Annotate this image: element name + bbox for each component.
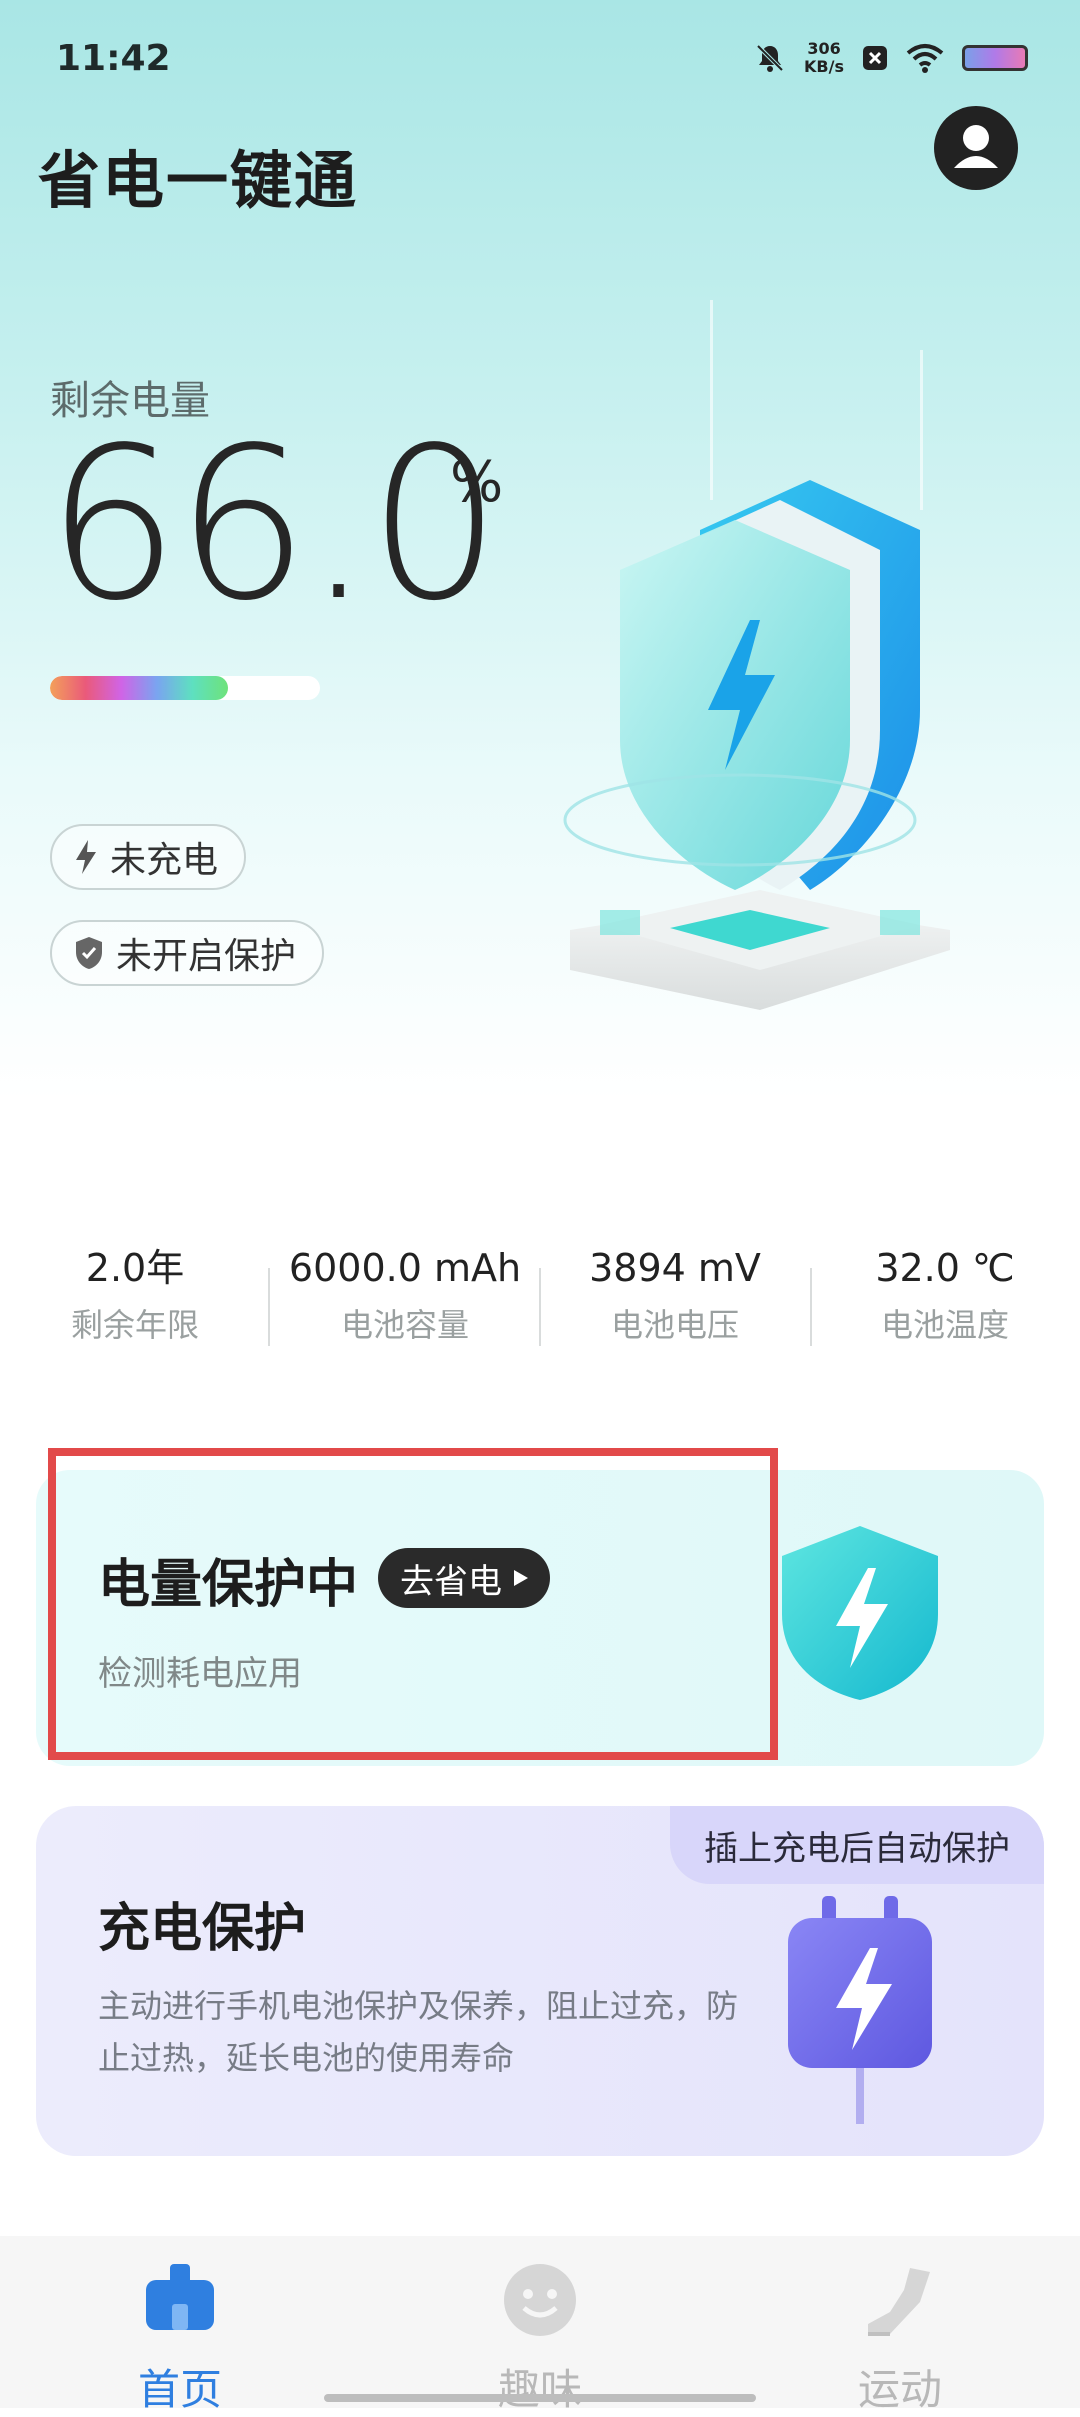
power-protection-title: 电量保护中 bbox=[98, 1555, 359, 1615]
tab-fun[interactable]: 趣味 bbox=[390, 2236, 690, 2414]
battery-level-bar bbox=[50, 676, 320, 700]
app-title: 省电一键通 bbox=[38, 144, 359, 217]
charging-status-text: 未充电 bbox=[110, 840, 219, 881]
stat-capacity: 6000.0 mAh 电池容量 bbox=[270, 1240, 540, 1346]
shoe-icon bbox=[868, 2268, 930, 2336]
close-box-icon bbox=[863, 46, 887, 70]
bottom-tab-bar: 首页 趣味 运动 bbox=[0, 2236, 1080, 2414]
avatar-button[interactable] bbox=[934, 106, 1018, 190]
charge-protection-card[interactable]: 插上充电后自动保护 充电保护 主动进行手机电池保护及保养，阻止过充，防止过热，延… bbox=[36, 1806, 1044, 2156]
stat-label: 剩余年限 bbox=[70, 1306, 199, 1344]
shield-illustration bbox=[563, 300, 950, 1010]
protection-status-text: 未开启保护 bbox=[116, 936, 297, 977]
battery-level-fill bbox=[50, 676, 229, 700]
stat-temperature: 32.0 ℃ 电池温度 bbox=[810, 1240, 1080, 1346]
home-icon bbox=[146, 2264, 214, 2330]
protection-status-pill: 未开启保护 bbox=[50, 920, 325, 986]
battery-percent: 66.0 bbox=[46, 402, 502, 647]
charger-icon bbox=[788, 1896, 932, 2124]
auto-protect-tag: 插上充电后自动保护 bbox=[670, 1806, 1044, 1884]
play-arrow-icon bbox=[514, 1570, 528, 1586]
tab-sport[interactable]: 运动 bbox=[750, 2236, 1050, 2414]
stat-label: 电池电压 bbox=[610, 1306, 739, 1344]
mute-bell-icon bbox=[756, 44, 784, 72]
status-icons: 306 KB/s bbox=[754, 40, 1028, 76]
user-icon bbox=[954, 125, 998, 168]
stat-remaining-years: 2.0年 剩余年限 bbox=[0, 1240, 270, 1346]
wifi-icon bbox=[906, 44, 944, 73]
shield-check-icon bbox=[76, 937, 102, 969]
battery-stats: 2.0年 剩余年限 6000.0 mAh 电池容量 3894 mV 电池电压 3… bbox=[0, 1240, 1080, 1370]
stat-value: 6000.0 mAh bbox=[288, 1246, 522, 1290]
home-indicator[interactable] bbox=[324, 2394, 756, 2402]
power-protection-subtitle: 检测耗电应用 bbox=[98, 1654, 302, 1694]
go-save-power-button[interactable]: 去省电 bbox=[378, 1548, 550, 1608]
stat-voltage: 3894 mV 电池电压 bbox=[540, 1240, 810, 1346]
go-save-power-label: 去省电 bbox=[400, 1561, 502, 1602]
stat-value: 3894 mV bbox=[589, 1246, 761, 1290]
charge-protection-description: 主动进行手机电池保护及保养，阻止过充，防止过热，延长电池的使用寿命 bbox=[98, 1987, 739, 2077]
stat-label: 电池温度 bbox=[880, 1306, 1009, 1344]
stat-value: 2.0年 bbox=[85, 1246, 185, 1290]
charge-protection-title: 充电保护 bbox=[98, 1899, 307, 1959]
stat-label: 电池容量 bbox=[340, 1306, 469, 1344]
net-speed-value: 306 bbox=[807, 39, 841, 58]
net-speed-unit: KB/s bbox=[804, 57, 844, 76]
status-bar: 11:42 306 KB/s bbox=[0, 0, 1080, 120]
stat-value: 32.0 ℃ bbox=[875, 1246, 1015, 1290]
shield-lightning-icon bbox=[782, 1526, 938, 1700]
status-time: 11:42 bbox=[56, 38, 171, 79]
lightning-icon bbox=[76, 840, 96, 874]
smile-icon bbox=[504, 2264, 576, 2336]
charging-status-pill: 未充电 bbox=[50, 824, 247, 890]
tab-home[interactable]: 首页 bbox=[30, 2236, 330, 2414]
battery-icon bbox=[962, 45, 1028, 71]
percent-sign: % bbox=[450, 450, 504, 515]
net-speed: 306 KB/s bbox=[804, 40, 844, 76]
